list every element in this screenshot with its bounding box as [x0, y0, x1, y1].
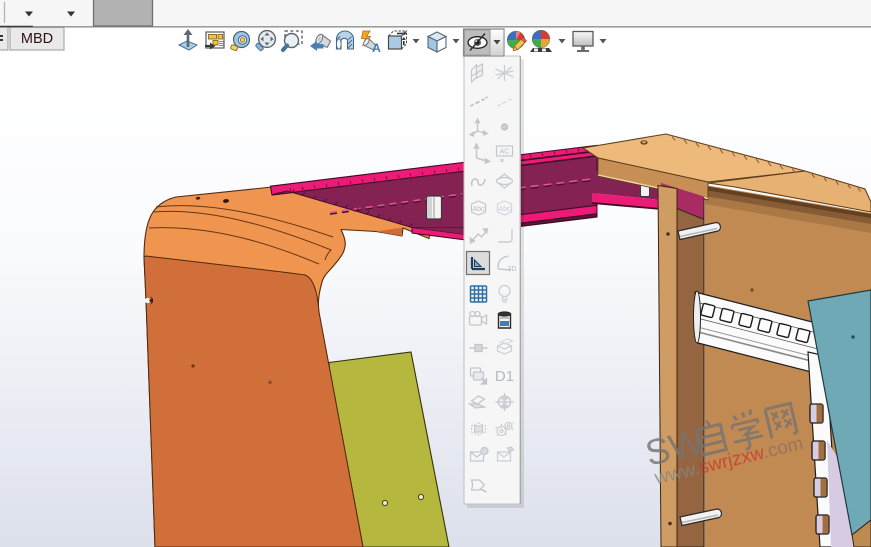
- svg-text:D1: D1: [495, 368, 514, 385]
- svg-text:MBD: MBD: [21, 31, 53, 47]
- svg-text:A: A: [372, 41, 381, 55]
- svg-text:AC: AC: [500, 149, 510, 156]
- svg-text:Abc: Abc: [498, 206, 511, 213]
- svg-text:Abc: Abc: [472, 206, 485, 213]
- svg-text:3D: 3D: [508, 266, 517, 273]
